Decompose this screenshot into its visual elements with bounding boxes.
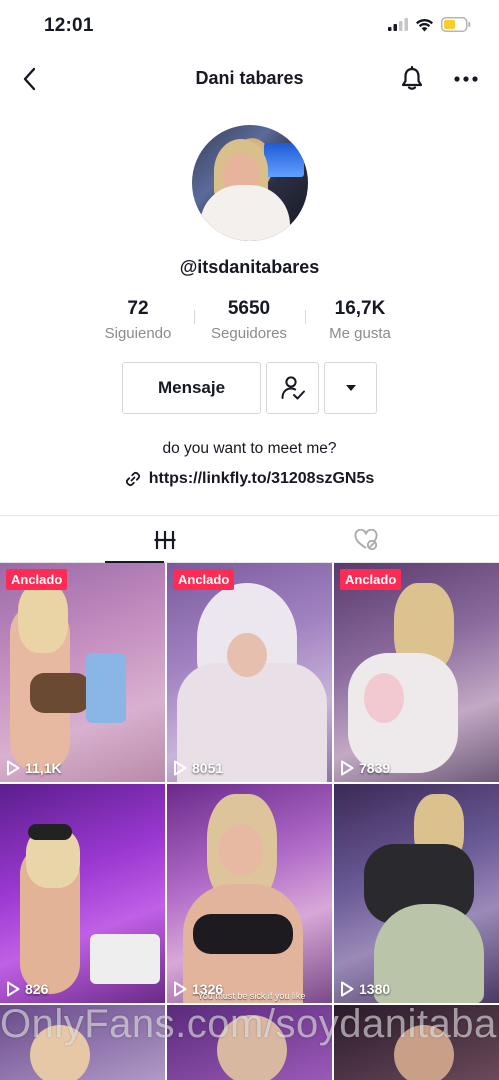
thumbnail-figure: [86, 653, 126, 723]
video-thumbnail[interactable]: 1326 You must be sick if you like: [167, 784, 332, 1003]
profile-tabs: [0, 515, 499, 563]
status-icons: [388, 17, 471, 32]
hidden-heart-icon: [354, 528, 378, 550]
play-icon: [341, 981, 354, 997]
status-time: 12:01: [44, 15, 94, 36]
view-count: 8051: [173, 760, 223, 776]
video-caption: You must be sick if you like: [197, 991, 306, 1001]
pinned-badge: Anclado: [173, 569, 235, 590]
link-icon: [125, 471, 140, 487]
caret-down-icon: [345, 385, 356, 391]
video-thumbnail[interactable]: 1380: [334, 784, 499, 1003]
view-count-value: 1380: [359, 981, 391, 997]
play-icon: [7, 981, 20, 997]
video-thumbnail[interactable]: Anclado 11,1K: [0, 563, 165, 782]
profile-stats: 72 Siguiendo 5650 Seguidores 16,7K Me gu…: [0, 298, 499, 344]
thumbnail-figure: [364, 673, 404, 723]
play-icon: [174, 760, 187, 776]
pinned-badge: Anclado: [6, 569, 68, 590]
suggested-accounts-button[interactable]: [324, 362, 377, 414]
view-count-value: 826: [25, 981, 49, 997]
following-stat[interactable]: 72 Siguiendo: [83, 298, 193, 342]
user-check-icon: [281, 376, 305, 400]
thumbnail-figure: [348, 653, 458, 773]
bell-icon: [401, 66, 423, 90]
thumbnail-figure: [219, 824, 263, 876]
video-thumbnail[interactable]: Anclado 8051: [167, 563, 332, 782]
cellular-signal-icon: [388, 18, 408, 31]
more-options-button[interactable]: [451, 64, 481, 94]
message-button[interactable]: Mensaje: [122, 362, 261, 414]
profile-handle: @itsdanitabares: [179, 257, 320, 277]
play-icon: [341, 760, 354, 776]
video-thumbnail[interactable]: Anclado 7839: [334, 563, 499, 782]
grid-bars-icon: [154, 530, 176, 549]
view-count-value: 7839: [359, 760, 391, 776]
pinned-badge: Anclado: [340, 569, 402, 590]
tab-liked-videos[interactable]: [286, 516, 446, 563]
followers-stat[interactable]: 5650 Seguidores: [194, 298, 304, 342]
video-thumbnail[interactable]: 826: [0, 784, 165, 1003]
thumbnail-figure: [30, 673, 90, 713]
likes-stat[interactable]: 16,7K Me gusta: [305, 298, 415, 342]
thumbnail-figure: [227, 633, 267, 677]
profile-link[interactable]: https://linkfly.to/31208szGN5s: [0, 470, 499, 488]
likes-count: 16,7K: [334, 298, 386, 319]
thumbnail-figure: [28, 824, 72, 840]
thumbnail-figure: [374, 904, 484, 1003]
avatar-detail: [264, 143, 304, 177]
view-count: 826: [6, 981, 48, 997]
avatar[interactable]: [192, 125, 308, 241]
profile-link-text: https://linkfly.to/31208szGN5s: [148, 470, 375, 487]
view-count: 11,1K: [6, 760, 62, 776]
nav-bar: Dani tabares: [0, 52, 499, 108]
battery-icon: [441, 17, 471, 32]
view-count-value: 11,1K: [25, 760, 62, 776]
following-count: 72: [127, 298, 149, 319]
view-count: 1380: [340, 981, 390, 997]
followers-count: 5650: [227, 298, 271, 319]
more-dots-icon: [454, 76, 478, 82]
status-bar: 12:01: [0, 0, 499, 52]
following-label: Siguiendo: [104, 325, 172, 342]
play-icon: [7, 760, 20, 776]
followers-label: Seguidores: [211, 325, 287, 342]
thumbnail-figure: [90, 934, 160, 984]
view-count-value: 8051: [192, 760, 224, 776]
watermark-text: OnlyFans.com/soydanitabar: [0, 1002, 499, 1046]
following-toggle-button[interactable]: [266, 362, 319, 414]
avatar-detail: [200, 185, 290, 241]
thumbnail-figure: [193, 914, 293, 954]
wifi-icon: [416, 18, 433, 31]
likes-label: Me gusta: [329, 325, 391, 342]
view-count: 7839: [340, 760, 390, 776]
profile-bio: do you want to meet me?: [162, 440, 337, 457]
thumbnail-figure: [18, 583, 68, 653]
notifications-button[interactable]: [397, 64, 427, 94]
tab-videos[interactable]: [85, 516, 245, 563]
